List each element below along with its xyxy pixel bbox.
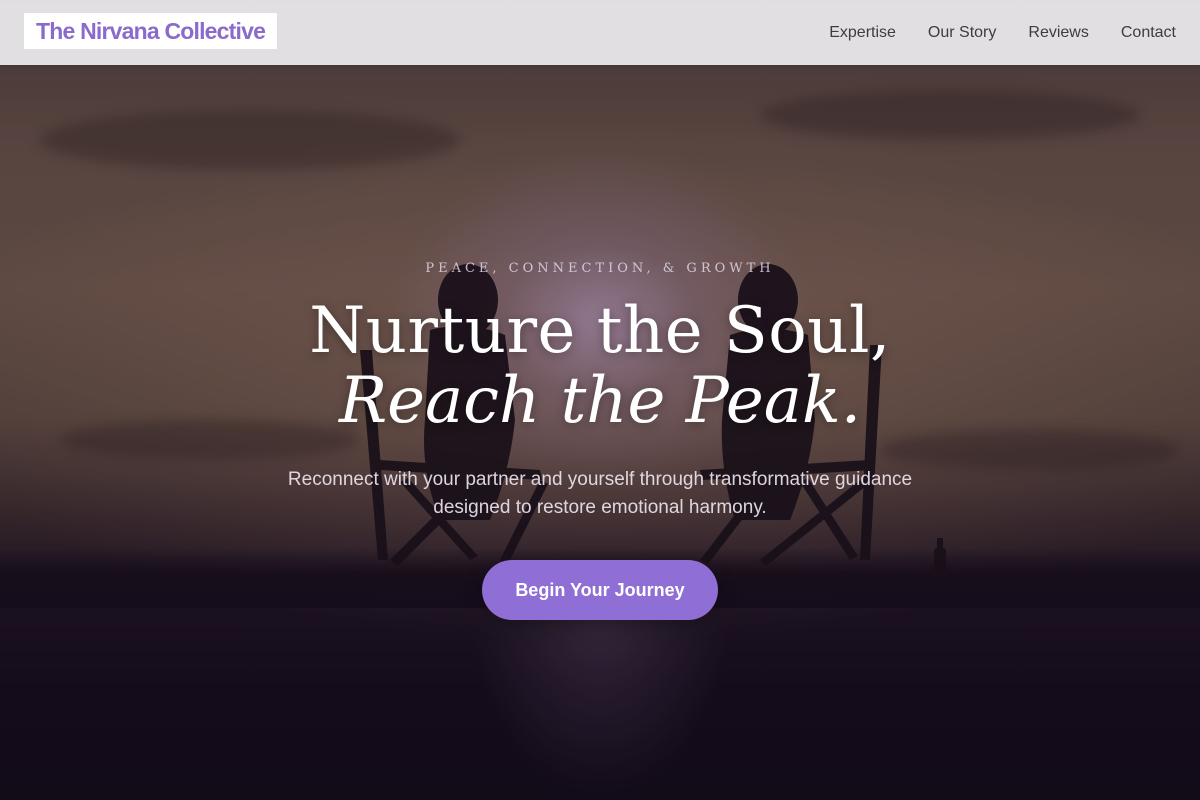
hero-section: PEACE, CONNECTION, & GROWTH Nurture the …: [0, 0, 1200, 800]
brand-logo[interactable]: The Nirvana Collective: [24, 13, 278, 49]
brand-name: The Nirvana Collective: [36, 17, 266, 44]
hero-headline: Nurture the Soul, Reach the Peak.: [0, 296, 1200, 436]
nav-links: Expertise Our Story Reviews Contact: [829, 0, 1176, 65]
hero-headline-line1: Nurture the Soul,: [309, 294, 891, 368]
nav-link-expertise[interactable]: Expertise: [829, 24, 896, 42]
top-navbar: The Nirvana Collective Expertise Our Sto…: [0, 0, 1200, 65]
nav-link-contact[interactable]: Contact: [1121, 24, 1176, 42]
begin-journey-button[interactable]: Begin Your Journey: [482, 560, 718, 620]
hero-headline-line2: Reach the Peak.: [338, 364, 862, 438]
nav-link-reviews[interactable]: Reviews: [1028, 24, 1088, 42]
hero-subtext: Reconnect with your partner and yourself…: [287, 469, 913, 518]
nav-link-our-story[interactable]: Our Story: [928, 24, 996, 42]
hero-eyebrow: PEACE, CONNECTION, & GROWTH: [425, 261, 775, 276]
